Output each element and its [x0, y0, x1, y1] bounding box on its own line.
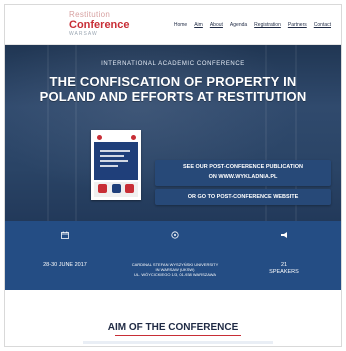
hero-kicker: INTERNATIONAL ACADEMIC CONFERENCE	[101, 61, 245, 67]
hero-decor	[75, 45, 77, 221]
top-navbar: Restitution Conference WARSAW Home Aim A…	[5, 5, 341, 45]
logo-line-3: WARSAW	[69, 31, 98, 37]
seal-icon	[125, 184, 134, 193]
publication-link-box[interactable]: SEE OUR POST-CONFERENCE PUBLICATION ON W…	[155, 160, 331, 186]
post-conference-website-button[interactable]: OR GO TO POST-CONFERENCE WEBSITE	[155, 189, 331, 205]
logo-mark	[131, 135, 136, 140]
book-text-line	[100, 160, 128, 162]
nav-agenda[interactable]: Agenda	[230, 22, 247, 28]
hero-section: INTERNATIONAL ACADEMIC CONFERENCE THE CO…	[5, 45, 341, 221]
nav-aim[interactable]: Aim	[194, 22, 203, 28]
browser-page: Restitution Conference WARSAW Home Aim A…	[4, 4, 342, 347]
publication-text-2: ON WWW.WYKLADNIA.PL	[208, 174, 278, 180]
venue-line-3: UL. WÓYCICKIEGO 1/3, 01-938 WARSZAWA	[133, 272, 217, 277]
book-text-line	[100, 155, 124, 157]
logo-line-2: Conference	[69, 19, 130, 31]
main-nav: Home Aim About Agenda Registration Partn…	[174, 19, 331, 31]
event-date: 28-30 JUNE 2017	[43, 262, 87, 268]
aim-underline	[115, 335, 241, 336]
book-text-line	[100, 150, 130, 152]
date-column: 28-30 JUNE 2017	[15, 221, 115, 290]
book-top	[95, 133, 137, 141]
venue-column: CARDINAL STEFAN WYSZYŃSKI UNIVERSITY IN …	[120, 221, 230, 290]
book-middle	[94, 142, 138, 180]
hero-title: THE CONFISCATION OF PROPERTY IN POLAND A…	[39, 74, 307, 104]
info-band: 28-30 JUNE 2017 CARDINAL STEFAN WYSZYŃSK…	[5, 221, 341, 290]
logo-line-1: Restitution	[69, 10, 111, 19]
logo-mark	[97, 135, 102, 140]
aim-heading: AIM OF THE CONFERENCE	[107, 322, 239, 333]
speakers-info: 21 SPEAKERS	[234, 262, 334, 276]
speakers-count: 21	[280, 262, 288, 268]
nav-partners[interactable]: Partners	[288, 22, 307, 28]
publication-text-1: SEE OUR POST-CONFERENCE PUBLICATION	[183, 164, 303, 170]
site-logo[interactable]: Restitution Conference WARSAW	[69, 11, 131, 41]
nav-home[interactable]: Home	[174, 22, 187, 28]
hero-decor	[47, 45, 49, 221]
nav-contact[interactable]: Contact	[314, 22, 331, 28]
book-text-line	[100, 165, 118, 167]
nav-about[interactable]: About	[210, 22, 223, 28]
megaphone-icon	[234, 231, 334, 241]
seal-icon	[112, 184, 121, 193]
nav-registration[interactable]: Registration	[254, 22, 281, 28]
content-placeholder	[83, 341, 273, 344]
calendar-icon	[15, 231, 115, 241]
speakers-label: SPEAKERS	[269, 269, 299, 275]
venue-address: CARDINAL STEFAN WYSZYŃSKI UNIVERSITY IN …	[120, 262, 230, 277]
seal-icon	[98, 184, 107, 193]
publication-cover-image[interactable]	[91, 130, 141, 200]
speakers-column: 21 SPEAKERS	[234, 221, 334, 290]
book-bottom	[94, 182, 138, 197]
location-icon	[120, 231, 230, 241]
